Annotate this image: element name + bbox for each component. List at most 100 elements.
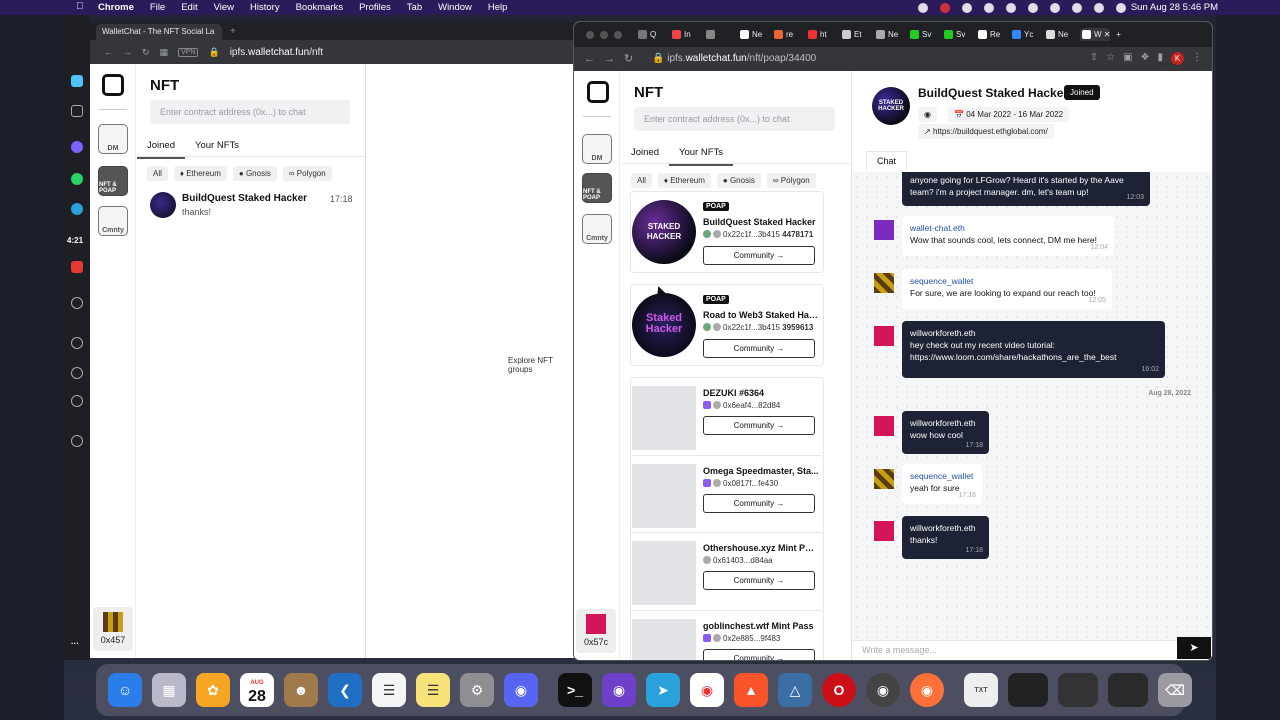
forward-icon[interactable]: → (123, 47, 132, 57)
finder-icon[interactable]: ☺ (108, 673, 142, 707)
menu-profiles[interactable]: Profiles (359, 2, 391, 13)
messenger-icon[interactable] (71, 141, 83, 153)
joined-badge[interactable]: Joined (1064, 85, 1100, 100)
menubar-clock[interactable]: Sun Aug 28 5:46 PM (1131, 2, 1218, 13)
chrome-icon[interactable]: ◉ (690, 673, 724, 707)
community-button[interactable]: Community → (703, 339, 815, 358)
browser-tab[interactable]: Yc (1012, 28, 1042, 41)
share-icon[interactable]: ⇧ (1090, 52, 1098, 65)
sender-avatar[interactable] (874, 521, 894, 541)
siri-icon[interactable] (1116, 3, 1126, 13)
lightbulb-icon[interactable] (71, 435, 83, 447)
menu-view[interactable]: View (214, 2, 234, 13)
window-preview-icon[interactable] (1008, 673, 1048, 707)
window-preview-icon[interactable] (1058, 673, 1098, 707)
browser-tab[interactable] (706, 28, 736, 41)
message-sender[interactable]: sequence_wallet (910, 275, 1104, 287)
trash-icon[interactable]: ⌫ (1158, 673, 1192, 707)
rail-user-account[interactable]: 0x457 (93, 607, 133, 651)
reload-icon[interactable]: ↻ (142, 47, 150, 58)
more-icon[interactable]: ··· (71, 639, 79, 648)
nft-card[interactable]: Omega Speedmaster, Sta... 0x0817f...fe43… (630, 455, 824, 537)
menu-window[interactable]: Window (438, 2, 472, 13)
bookmark-star-icon[interactable]: ☆ (1106, 52, 1115, 65)
send-button[interactable]: ➤ (1177, 637, 1211, 659)
telegram-icon[interactable]: ➤ (646, 673, 680, 707)
menu-history[interactable]: History (250, 2, 280, 13)
rail-community-button[interactable]: Cmnty (98, 206, 128, 236)
launchpad-icon[interactable]: ▦ (152, 673, 186, 707)
chip-gnosis[interactable]: ● Gnosis (716, 173, 761, 188)
sender-avatar[interactable] (874, 273, 894, 293)
discord-icon[interactable]: ◉ (504, 673, 538, 707)
nft-card[interactable]: STAKED HACKER POAP BuildQuest Staked Hac… (630, 191, 824, 273)
gear-icon[interactable] (918, 3, 928, 13)
community-button[interactable]: Community → (703, 649, 815, 660)
community-button[interactable]: Community → (703, 246, 815, 265)
browser-tab[interactable]: Re (978, 28, 1008, 41)
nav-controls[interactable]: ←→↻ (584, 52, 642, 65)
app-status-icon[interactable] (940, 3, 950, 13)
nft-card[interactable]: Othershouse.xyz Mint Pass 0x61403...d84a… (630, 532, 824, 614)
puzzle-icon[interactable]: ❖ (1141, 52, 1150, 65)
menu-tab[interactable]: Tab (407, 2, 422, 13)
settings-icon[interactable] (71, 395, 83, 407)
apple-icon[interactable]:  (76, 1, 84, 12)
opera-icon[interactable]: O (822, 673, 856, 707)
text-file-icon[interactable]: TXT (964, 673, 998, 707)
chip-all[interactable]: All (631, 173, 652, 188)
nft-card[interactable]: DEZUKI #6364 0x6eaf4...82d84 Community → (630, 377, 824, 459)
rail-dm-button[interactable]: DM (98, 124, 128, 154)
calendar-icon[interactable]: AUG 28 (240, 673, 274, 707)
rail-community-button[interactable]: Cmnty (582, 214, 612, 244)
url-text[interactable]: ipfs.walletchat.fun/nft (230, 47, 323, 58)
new-tab-icon[interactable]: + (1114, 28, 1144, 41)
search-icon[interactable] (1094, 3, 1104, 13)
vpn-badge[interactable]: VPN (178, 47, 199, 57)
control-center-icon[interactable] (1072, 3, 1082, 13)
reminders-icon[interactable]: ☰ (372, 673, 406, 707)
message-sender[interactable]: wallet-chat.eth (910, 222, 1106, 234)
notes-icon[interactable]: ☰ (416, 673, 450, 707)
heart-icon[interactable] (71, 337, 83, 349)
apps-icon[interactable]: ▦ (160, 47, 169, 58)
close-window-button[interactable] (586, 31, 594, 39)
message-sender[interactable]: willworkforeth.eth (910, 327, 1157, 339)
menu-file[interactable]: File (150, 2, 165, 13)
message-input[interactable]: Write a message... (852, 640, 1177, 660)
disk-utility-icon[interactable]: ◉ (866, 673, 900, 707)
profile-avatar[interactable]: K (1171, 52, 1184, 65)
sender-avatar[interactable] (874, 469, 894, 489)
chip-all[interactable]: All (147, 166, 168, 181)
browser-tab[interactable]: Ne (740, 28, 770, 41)
sender-avatar[interactable] (874, 326, 894, 346)
rail-nft-button[interactable]: NFT & POAP (98, 166, 128, 196)
kebab-menu-icon[interactable]: ⋮ (1192, 52, 1202, 65)
message-list[interactable]: anyone going for LFGrow? Heard it's star… (852, 172, 1212, 640)
browser-tab[interactable]: Q (638, 28, 668, 41)
community-button[interactable]: Community → (703, 571, 815, 590)
zoom-window-button[interactable] (614, 31, 622, 39)
app-status-icon[interactable] (1006, 3, 1016, 13)
extension-icon[interactable]: ▣ (1123, 52, 1132, 65)
message-sender[interactable]: willworkforeth.eth (910, 417, 981, 429)
url-text[interactable]: 🔒 ipfs.walletchat.fun/nft/poap/34400 (652, 53, 816, 64)
contacts-icon[interactable]: ☻ (284, 673, 318, 707)
wifi-icon[interactable] (1050, 3, 1060, 13)
walletchat-logo-icon[interactable] (587, 81, 609, 103)
chip-gnosis[interactable]: ● Gnosis (232, 166, 277, 181)
browser-tab[interactable]: Et (842, 28, 872, 41)
community-button[interactable]: Community → (703, 416, 815, 435)
brave-icon[interactable]: ▲ (734, 673, 768, 707)
telegram-icon[interactable] (71, 203, 83, 215)
contract-search-input[interactable]: Enter contract address (0x...) to chat (150, 100, 350, 124)
menu-edit[interactable]: Edit (181, 2, 197, 13)
browser-tab-active[interactable]: W ✕ (1080, 28, 1110, 41)
chip-ethereum[interactable]: ♦ Ethereum (657, 173, 711, 188)
mysql-workbench-icon[interactable]: △ (778, 673, 812, 707)
play-icon[interactable] (71, 297, 83, 309)
sidebar-icon[interactable]: ▮ (1157, 52, 1163, 65)
joined-chat-item[interactable]: BuildQuest Staked Hacker thanks! 17:18 (150, 192, 355, 222)
window-preview-icon[interactable] (1108, 673, 1148, 707)
firefox-icon[interactable]: ◉ (910, 673, 944, 707)
